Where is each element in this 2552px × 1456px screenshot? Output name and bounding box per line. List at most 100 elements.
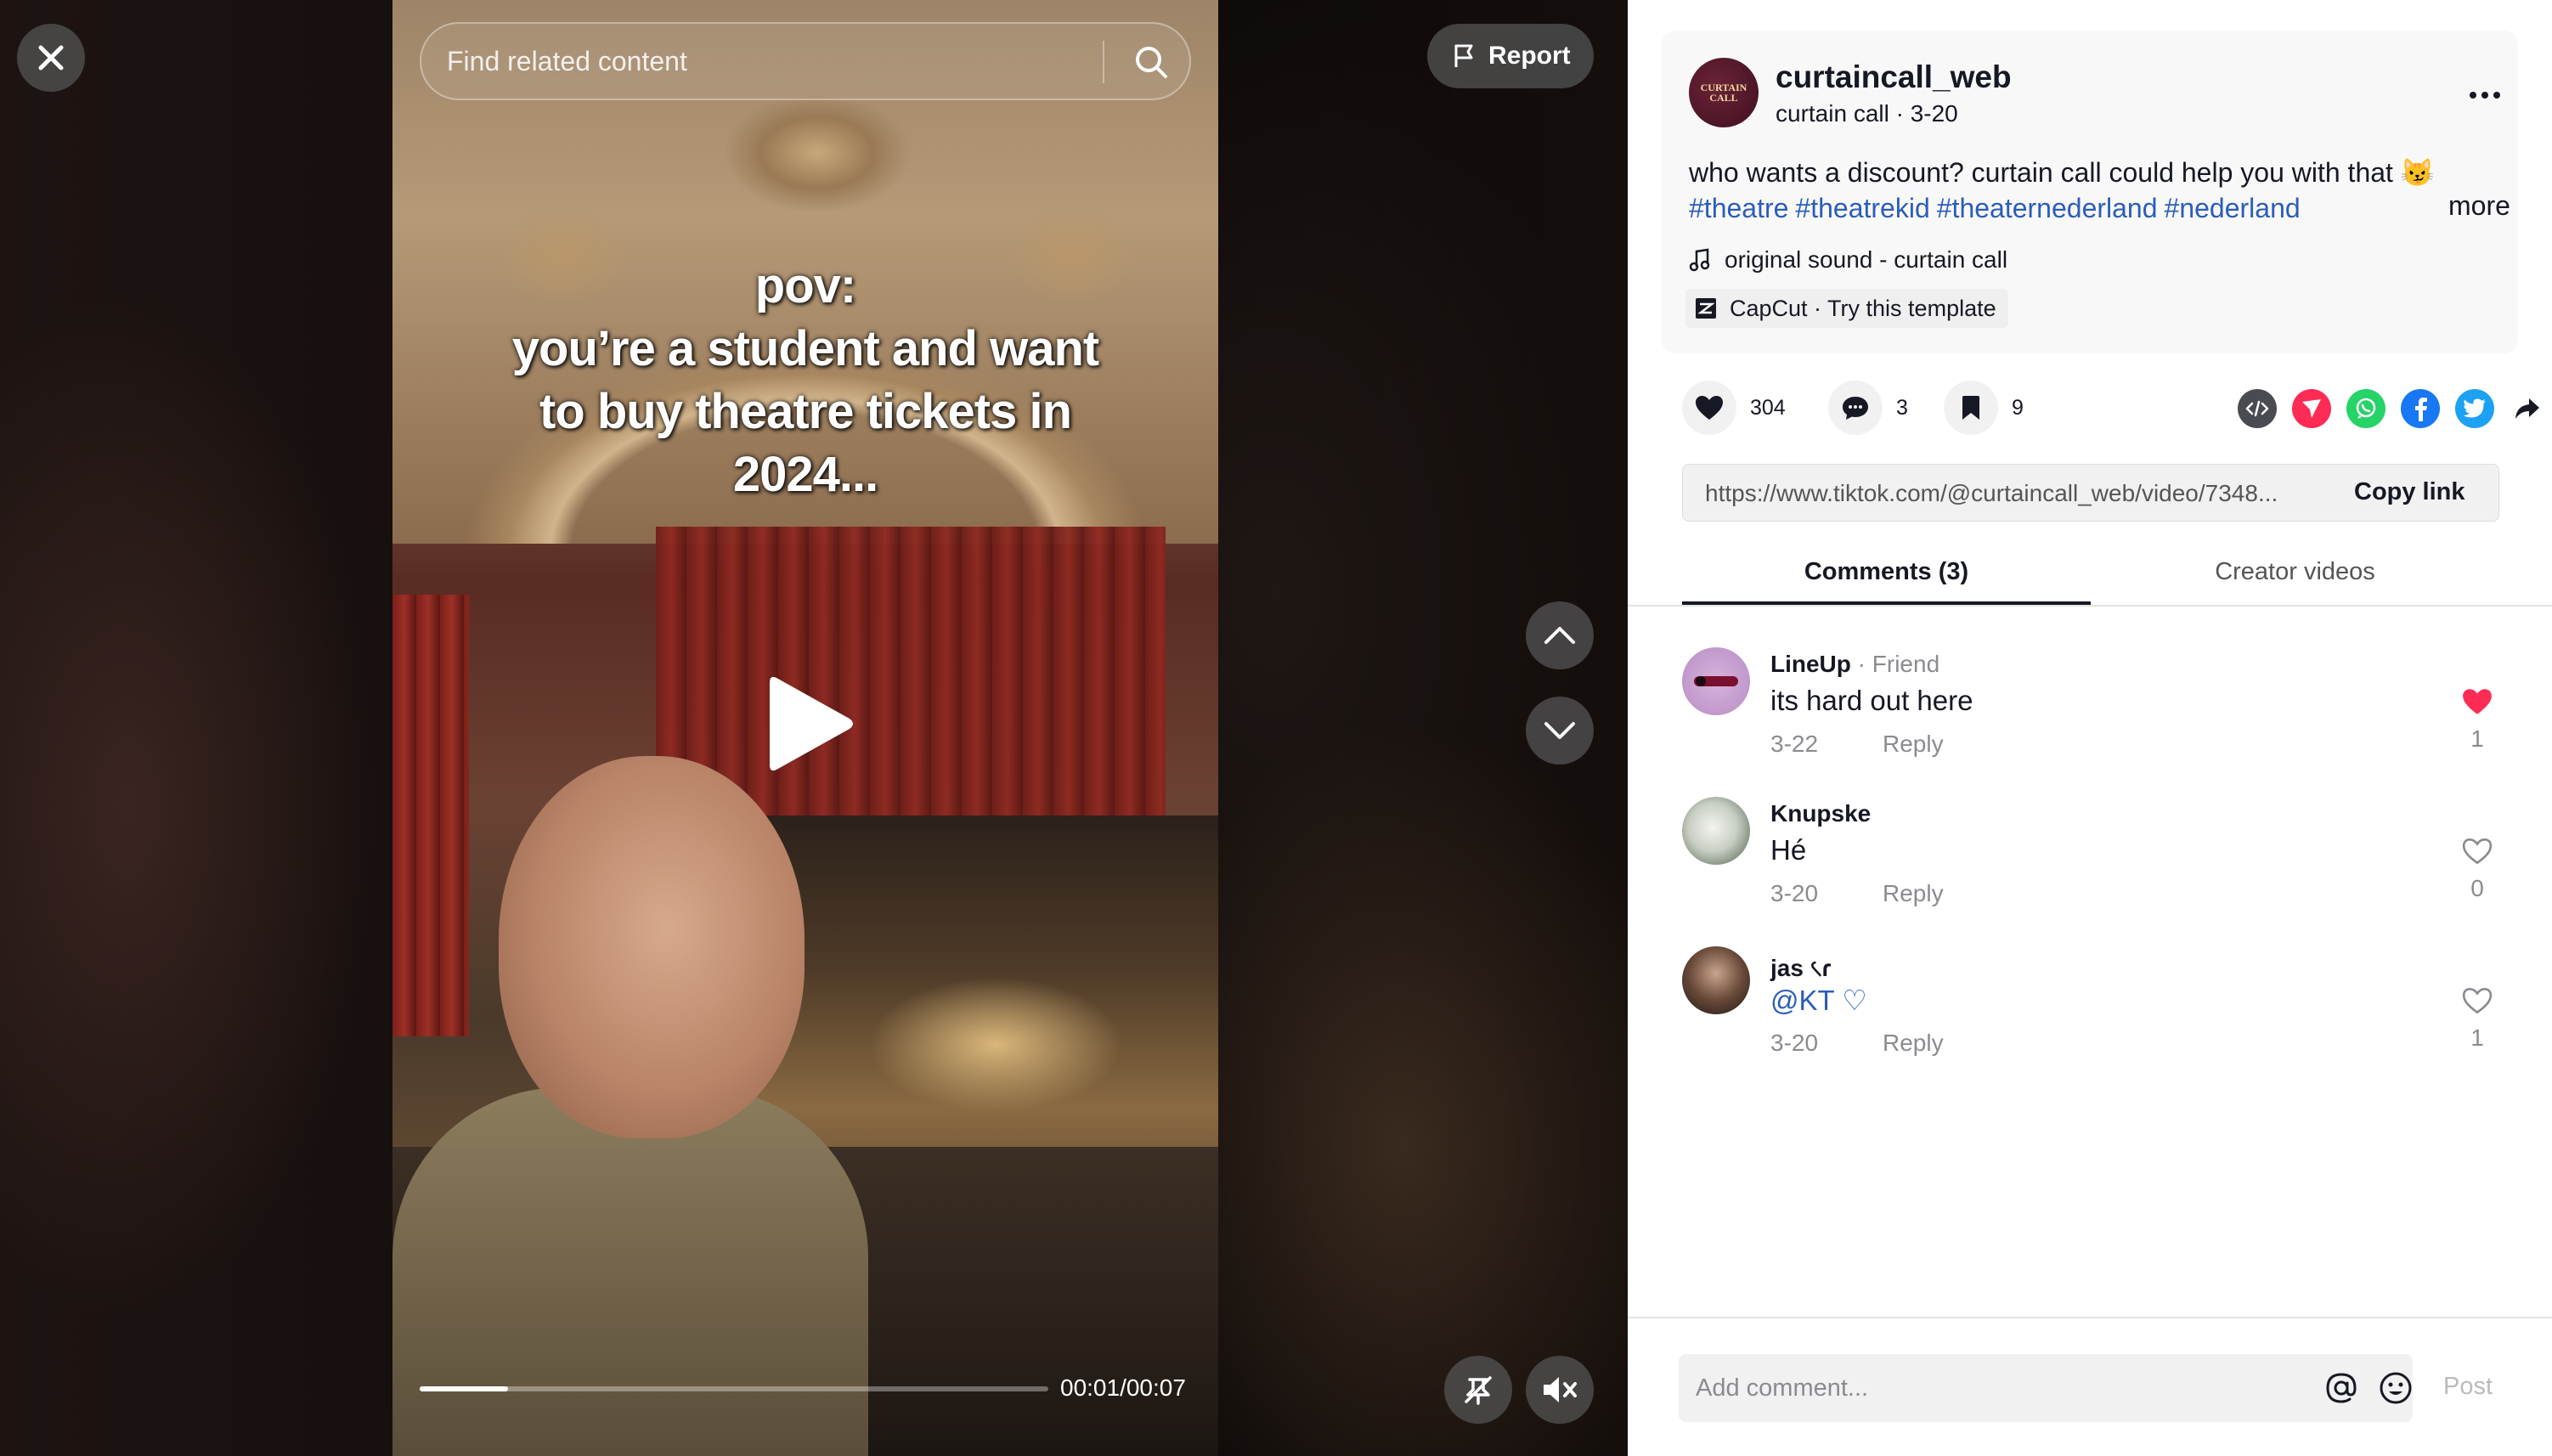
author-subtitle: curtain call · 3-20 — [1776, 100, 1958, 127]
comment-count: 3 — [1896, 395, 1908, 420]
muted-speaker-icon — [1544, 1377, 1577, 1402]
reply-button[interactable]: Reply — [1883, 731, 1944, 758]
commenter-avatar[interactable] — [1682, 797, 1750, 865]
comment-bubble-icon — [1843, 397, 1868, 420]
play-icon — [770, 676, 853, 771]
whatsapp-share-button[interactable] — [2346, 389, 2385, 428]
commenter-name[interactable]: Knupske — [1770, 800, 1871, 827]
music-title: original sound - curtain call — [1725, 246, 2008, 273]
comment-date: 3-20 — [1770, 880, 1819, 906]
friend-badge: · Friend — [1857, 651, 1940, 677]
comment-like-button[interactable] — [2459, 984, 2496, 1018]
next-video-button[interactable] — [1526, 697, 1594, 765]
comment-text: Hé — [1770, 834, 1807, 866]
search-button[interactable] — [1116, 27, 1186, 97]
more-share-button[interactable] — [2508, 389, 2547, 428]
author-username[interactable]: curtaincall_web — [1776, 59, 2012, 95]
caption-line: 2024... — [732, 447, 878, 502]
caption-line: pov: — [754, 258, 856, 313]
dot — [2481, 92, 2488, 99]
side-curtain-image — [392, 595, 469, 1036]
whatsapp-icon — [2356, 398, 2376, 419]
post-info-card: CURTAIN CALL curtaincall_web curtain cal… — [1662, 31, 2518, 353]
template-label: CapCut · Try this template — [1730, 295, 1996, 321]
mute-button[interactable] — [1526, 1356, 1594, 1424]
search-input[interactable] — [447, 24, 1093, 99]
embed-code-icon — [2245, 400, 2269, 417]
like-action[interactable]: 304 — [1682, 381, 1786, 435]
stage-light-image — [868, 977, 1123, 1113]
comment-date: 3-20 — [1770, 1030, 1819, 1056]
video-progress-fill — [420, 1386, 508, 1391]
play-button[interactable] — [765, 671, 858, 776]
facebook-share-button[interactable] — [2401, 389, 2440, 428]
heart-filled-icon — [2463, 689, 2492, 714]
commenter-username[interactable]: jas ৻ɾ — [1770, 955, 1831, 981]
video-time: 00:01/00:07 — [1060, 1374, 1186, 1401]
like-count: 304 — [1750, 395, 1786, 420]
like-button[interactable] — [1682, 381, 1736, 435]
comment-item: LineUp · Friend its hard out here 3-22 R… — [1682, 647, 2498, 783]
comment-button[interactable] — [1828, 381, 1883, 435]
description-more-button[interactable]: more — [2448, 190, 2510, 222]
share-arrow-icon — [2515, 398, 2539, 419]
commenter-name[interactable]: LineUp · Friend — [1770, 651, 1939, 678]
video-progress-bar[interactable] — [420, 1386, 1048, 1391]
lineup-logo-icon — [1694, 676, 1738, 686]
video-link-url[interactable]: https://www.tiktok.com/@curtaincall_web/… — [1705, 480, 2325, 507]
person-body-image — [392, 1087, 868, 1456]
author-avatar[interactable]: CURTAIN CALL — [1689, 58, 1759, 127]
save-button[interactable] — [1944, 381, 1998, 435]
commenter-username[interactable]: Knupske — [1770, 800, 1871, 827]
floating-player-button[interactable] — [1444, 1356, 1512, 1424]
comment-action[interactable]: 3 — [1828, 381, 1908, 435]
close-button[interactable] — [17, 24, 85, 92]
hashtag-link[interactable]: #nederland — [2165, 193, 2301, 223]
previous-video-button[interactable] — [1526, 601, 1594, 669]
paper-plane-icon — [2302, 399, 2321, 418]
avatar-logo-text: CURTAIN CALL — [1700, 82, 1747, 104]
send-to-friends-button[interactable] — [2292, 389, 2331, 428]
video-player-area: pov: you’re a student and want to buy th… — [0, 0, 1628, 1456]
post-comment-button[interactable]: Post — [2443, 1373, 2493, 1401]
post-description: who wants a discount? curtain call could… — [1689, 155, 2487, 226]
comment-tabs: Comments (3) Creator videos — [1682, 552, 2499, 605]
tab-comments[interactable]: Comments (3) — [1682, 552, 2091, 605]
comment-item: jas ৻ɾ @KT ♡ 3-20 Reply 1 — [1682, 946, 2498, 1082]
comment-like-button[interactable] — [2459, 685, 2496, 719]
copy-link-button[interactable]: Copy link — [2354, 478, 2465, 506]
commenter-avatar[interactable] — [1682, 647, 1750, 715]
more-options-button[interactable] — [2464, 78, 2506, 112]
hashtag-link[interactable]: #theaternederland — [1937, 193, 2158, 223]
reply-button[interactable]: Reply — [1883, 1030, 1944, 1057]
video-link-box: https://www.tiktok.com/@curtaincall_web/… — [1682, 464, 2499, 522]
embed-button[interactable] — [2238, 389, 2277, 428]
comment-like-count: 1 — [2470, 1024, 2484, 1051]
tab-creator-videos[interactable]: Creator videos — [2091, 552, 2499, 605]
emoji-button[interactable] — [2377, 1369, 2414, 1407]
twitter-share-button[interactable] — [2455, 389, 2494, 428]
heart-outline-icon — [2462, 987, 2493, 1014]
comment-like-button[interactable] — [2459, 834, 2496, 868]
comment-date: 3-22 — [1770, 731, 1819, 757]
hashtag-link[interactable]: #theatrekid — [1795, 193, 1929, 223]
tabs-divider — [1628, 605, 2552, 607]
comment-like-count: 1 — [2470, 725, 2484, 752]
add-comment-input[interactable] — [1696, 1354, 2273, 1422]
commenter-username[interactable]: LineUp — [1770, 651, 1851, 677]
composer-divider — [1628, 1317, 2552, 1318]
mention-button[interactable] — [2323, 1369, 2360, 1407]
hashtag-link[interactable]: #theatre — [1689, 193, 1788, 223]
comment-composer — [1679, 1354, 2413, 1422]
comment-text[interactable]: @KT ♡ — [1770, 984, 1867, 1017]
report-button[interactable]: Report — [1427, 24, 1594, 88]
commenter-avatar[interactable] — [1682, 946, 1750, 1014]
capcut-template-link[interactable]: CapCut · Try this template — [1685, 289, 2008, 328]
reply-button[interactable]: Reply — [1883, 880, 1944, 907]
dot — [2470, 92, 2476, 99]
save-action[interactable]: 9 — [1944, 381, 2024, 435]
flag-icon — [1454, 44, 1473, 67]
music-link[interactable]: original sound - curtain call — [1689, 246, 2007, 274]
comment-item: Knupske Hé 3-20 Reply 0 — [1682, 797, 2498, 933]
comment-text: its hard out here — [1770, 685, 1973, 716]
